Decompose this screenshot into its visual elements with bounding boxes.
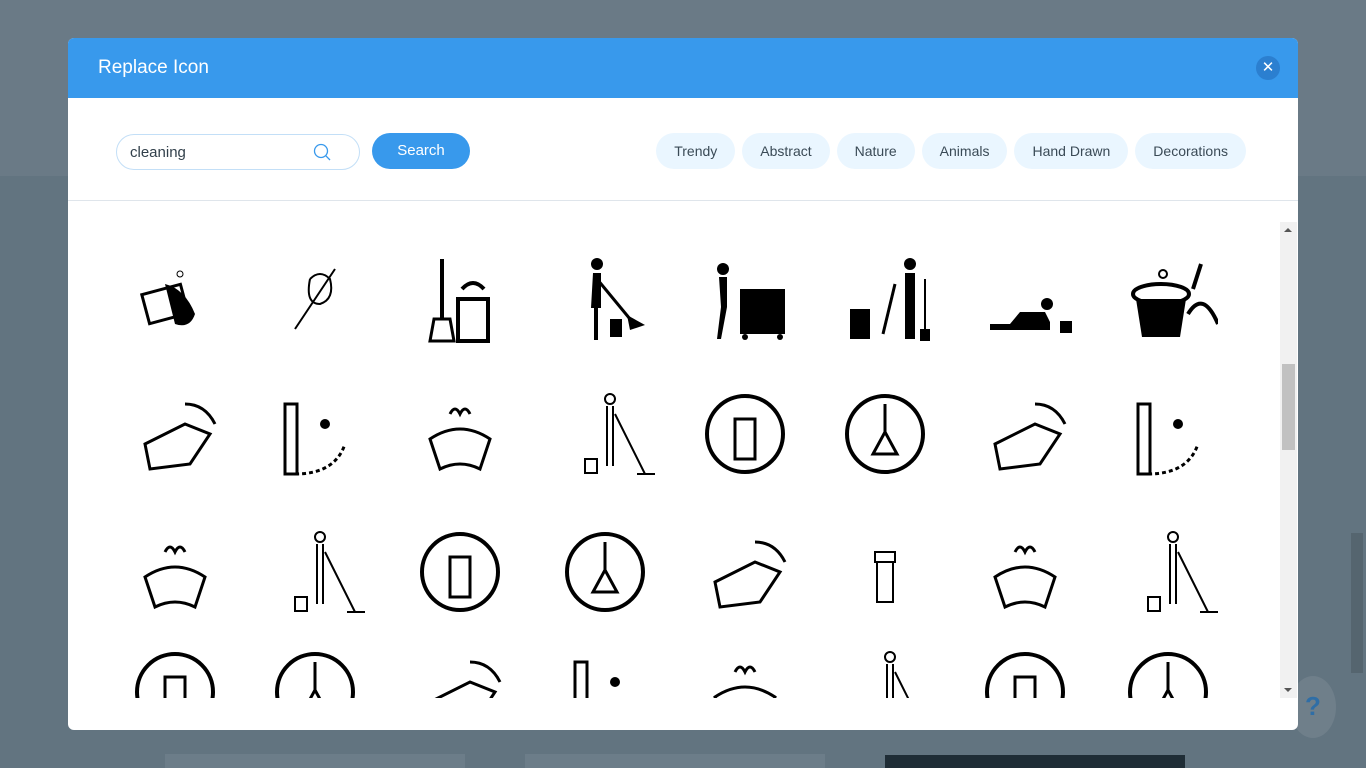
background-card: [165, 754, 465, 768]
icon-option[interactable]: [835, 642, 935, 698]
scroll-thumb[interactable]: [1282, 364, 1295, 450]
category-decorations[interactable]: Decorations: [1135, 133, 1246, 169]
icon-option[interactable]: [265, 642, 365, 698]
background-panel: [885, 755, 1185, 768]
broom-and-bucket-outline-icon: [573, 660, 620, 698]
mop-and-foam-bucket-icon: [434, 660, 502, 698]
dialog-title: Replace Icon: [98, 57, 209, 78]
cleaning-route-icon: [845, 394, 925, 474]
icon-option[interactable]: [835, 249, 935, 349]
icon-option[interactable]: [125, 384, 225, 484]
icon-option[interactable]: [410, 249, 510, 349]
duster-icon: [294, 531, 367, 613]
icon-grid: [68, 222, 1280, 698]
icon-option[interactable]: [835, 384, 935, 484]
search-input[interactable]: [130, 143, 310, 161]
scroll-up-arrow[interactable]: [1284, 228, 1292, 232]
icon-option[interactable]: [410, 384, 510, 484]
mop-bucket-solid-icon: [143, 545, 207, 610]
person-scrubbing-floor-icon: [990, 298, 1072, 333]
category-abstract[interactable]: Abstract: [742, 133, 830, 169]
icon-option[interactable]: [125, 522, 225, 622]
washing-hands-icon: [139, 270, 195, 326]
icon-option[interactable]: [1118, 249, 1220, 349]
scroll-down-arrow[interactable]: [1284, 688, 1292, 692]
spray-bottle-icon: [874, 551, 896, 603]
icon-option[interactable]: [975, 384, 1075, 484]
broom-and-bucket-icon: [428, 259, 490, 343]
brush-icon: [420, 532, 500, 612]
spray-bottle-circle-icon: [428, 407, 492, 472]
search-toolbar: Search TrendyAbstractNatureAnimalsHand D…: [68, 98, 1298, 201]
replace-icon-dialog: Replace Icon ✕ Search TrendyAbstractNatu…: [68, 38, 1298, 730]
icon-option[interactable]: [265, 522, 367, 622]
background-scrollbar: [1351, 533, 1363, 673]
background-card: [525, 754, 825, 768]
icon-option[interactable]: [1118, 522, 1220, 622]
icon-option[interactable]: [410, 522, 510, 622]
person-sweeping-icon: [591, 258, 645, 340]
person-mopping-icon: [143, 402, 217, 471]
category-animals[interactable]: Animals: [921, 133, 1008, 169]
icon-option[interactable]: [410, 642, 510, 698]
icon-option[interactable]: [265, 384, 365, 484]
dialog-header: Replace Icon ✕: [68, 38, 1298, 98]
person-floor-scrubber-icon: [717, 263, 785, 340]
scrollbar[interactable]: [1280, 222, 1297, 698]
close-button[interactable]: ✕: [1256, 56, 1280, 80]
dustpan-and-broom-icon: [275, 652, 355, 698]
icon-option[interactable]: [695, 384, 795, 484]
close-icon: ✕: [1261, 59, 1275, 76]
mop-and-bucket-icon: [283, 402, 347, 476]
cleaning-cart-icon: [884, 651, 910, 698]
small-broom-icon: [993, 545, 1057, 610]
toothbrush-icon: [985, 652, 1065, 698]
icon-option[interactable]: [555, 249, 655, 349]
icon-option[interactable]: [1118, 642, 1218, 698]
search-field[interactable]: [116, 134, 360, 170]
category-filters: Trendy Abstract Nature Animals Hand Drawn Dec…: [656, 133, 1246, 169]
dustpan-brush-icon: [993, 402, 1067, 471]
bucket-outline-icon: [135, 652, 215, 698]
icon-option[interactable]: [125, 249, 225, 349]
category-nature[interactable]: Nature: [836, 133, 915, 169]
icon-option[interactable]: [975, 249, 1075, 349]
bucket-and-mop-icon: [713, 665, 777, 698]
hand-with-sponge-icon: [705, 394, 785, 474]
icon-option[interactable]: [555, 642, 655, 698]
person-with-mop-icon: [1136, 402, 1200, 476]
icon-option[interactable]: [975, 522, 1075, 622]
icon-option[interactable]: [695, 522, 795, 622]
mop-bucket-outline-icon: [1147, 531, 1220, 613]
icon-option[interactable]: [125, 642, 225, 698]
icon-option[interactable]: [555, 522, 655, 622]
icon-option[interactable]: [695, 642, 795, 698]
icon-option[interactable]: [695, 249, 795, 349]
icon-option[interactable]: [1118, 384, 1218, 484]
icon-option[interactable]: [265, 249, 365, 349]
bucket-and-duster-icon: [1131, 263, 1220, 337]
search-icon[interactable]: [313, 143, 333, 163]
search-button[interactable]: Search: [372, 133, 470, 169]
broom-bucket-bubbles-icon: [565, 532, 645, 612]
janitor-with-toilet-icon: [850, 258, 930, 341]
broom-circle-icon: [584, 393, 657, 475]
icon-option[interactable]: [835, 522, 935, 622]
icon-option[interactable]: [555, 384, 657, 484]
cleaning-robot-sketch-icon: [294, 268, 336, 330]
icon-option[interactable]: [975, 642, 1075, 698]
foam-bucket-icon: [713, 540, 787, 609]
category-trendy[interactable]: Trendy: [656, 133, 736, 169]
spray-with-sparkles-icon: [1128, 652, 1208, 698]
category-hand-drawn[interactable]: Hand Drawn: [1014, 133, 1129, 169]
